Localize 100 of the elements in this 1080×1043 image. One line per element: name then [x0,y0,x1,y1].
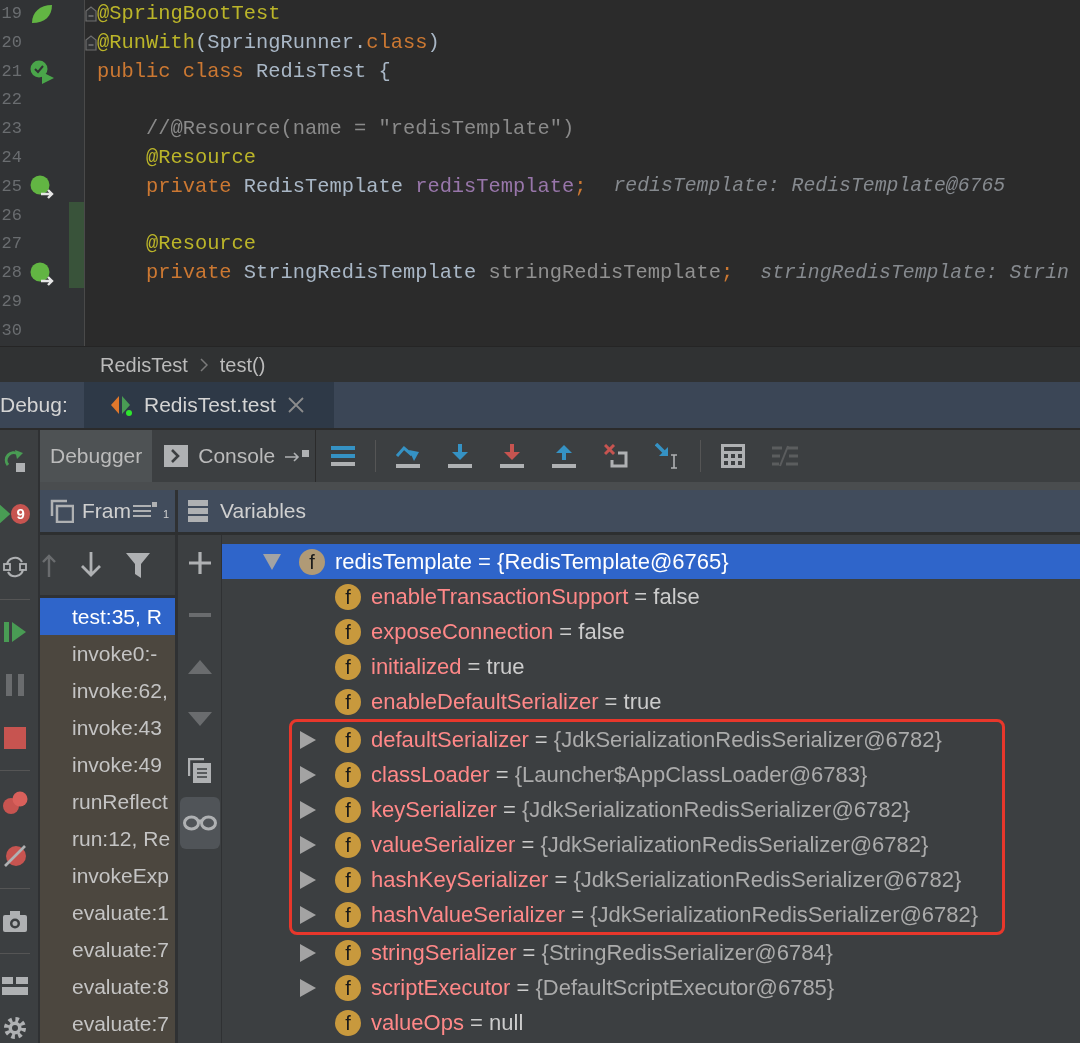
expand-icon[interactable] [300,730,316,749]
line-number: 20 [0,31,23,54]
tab[interactable]: RedisTest.test [84,382,334,428]
code-line: private RedisTemplate redisTemplate; [144,173,587,200]
glasses-icon[interactable] [179,797,220,849]
count-badge: 9 [11,503,30,524]
stacked-squares-icon [50,499,74,523]
arrow-over-bar-icon[interactable] [395,444,422,468]
copy-icon[interactable] [187,758,212,784]
code-line: public class RedisTest { [97,58,391,85]
variable-row[interactable]: f initialized = true [222,649,1080,684]
play-icon[interactable] [0,503,11,524]
expand-icon[interactable] [300,835,316,854]
panel-title: Fram [82,498,131,525]
frame-item[interactable]: invoke:43 [40,709,175,746]
up-arrow-bar-icon[interactable] [552,444,577,468]
tab[interactable]: Debugger [40,430,153,482]
panel-title: Variables [220,498,306,525]
down-arrow-bar-icon[interactable] [500,444,525,468]
layout-icon[interactable] [2,975,28,996]
code-line: //@Resource(name = "redisTemplate") [144,116,575,143]
count-label: 1 [163,506,170,522]
plus-icon[interactable] [188,552,211,574]
curved-arrow-icon[interactable] [3,448,27,473]
camera-icon[interactable] [3,909,27,932]
check-play-icon[interactable] [30,60,54,84]
frame-item[interactable]: run:12, Re [40,820,175,857]
letter-circle-icon: f [335,796,361,823]
calculator-icon[interactable] [721,444,746,468]
down-arrow-icon[interactable] [80,552,102,578]
line-number: 25 [0,175,23,198]
line-number: 24 [0,147,23,169]
line-number: 27 [0,233,23,256]
expand-icon[interactable] [300,905,316,924]
two-circles-icon[interactable] [2,790,28,815]
letter-circle-icon: f [335,939,361,966]
breadcrumb-item[interactable]: test() [219,349,266,380]
menu-icon[interactable] [331,446,356,466]
letter-circle-icon: f [299,548,325,575]
expand-icon[interactable] [300,765,316,784]
letter-circle-icon: f [335,688,361,715]
frame-item[interactable]: invokeExp [40,857,175,894]
inlay-hint: redisTemplate: RedisTemplate@6765 [613,174,1007,200]
variable-row[interactable]: f exposeConnection = false [222,614,1080,649]
arrow-square-icon[interactable] [285,449,310,463]
list-icon[interactable] [133,502,157,520]
tool-window-title: Debug: [0,392,69,419]
fold-icon[interactable] [85,6,97,23]
letter-circle-icon: f [335,974,361,1001]
frame-item[interactable]: invoke:62, [40,672,175,709]
variable-row[interactable]: f stringSerializer = {StringRedisSerializer@6784} [222,935,1080,970]
frame-item[interactable]: evaluate:8 [40,968,175,1005]
leaf-icon[interactable] [31,4,53,25]
filter-icon[interactable] [126,552,150,578]
cross-bracket-icon[interactable] [604,444,629,468]
frame-item[interactable]: evaluate:7 [40,1005,175,1042]
code-line: private StringRedisTemplate stringRedisTemplate; [144,260,734,287]
terminal-icon [164,445,189,467]
code-line: @Resource [144,145,257,172]
letter-circle-icon: f [335,618,361,645]
variable-row[interactable]: f classLoader = {Launcher$AppClassLoader@6783} [292,757,1002,792]
refresh-icon[interactable] [3,554,27,579]
tab[interactable]: Console [152,430,317,482]
frame-item[interactable]: invoke:49 [40,746,175,783]
frame-item[interactable]: evaluate:7 [40,931,175,968]
line-number: 30 [0,319,23,342]
expand-icon[interactable] [300,943,316,962]
stop-icon[interactable] [4,726,26,749]
expand-icon[interactable] [300,800,316,819]
expand-icon[interactable] [300,870,316,889]
line-number: 23 [0,118,23,141]
letter-circle-icon: f [335,831,361,858]
fold-icon[interactable] [85,35,97,52]
variable-row[interactable]: f keySerializer = {JdkSerializationRedisSerializer@6782} [292,792,1002,827]
breadcrumb-item[interactable]: RedisTest [100,349,188,380]
variable-row[interactable]: f hashKeySerializer = {JdkSerializationRedisSerializer@6782} [292,862,1002,897]
variable-row[interactable]: f enableTransactionSupport = false [222,579,1080,614]
close-icon[interactable] [287,397,304,413]
circle-arrow-icon[interactable] [30,261,54,286]
variable-row[interactable]: f redisTemplate = {RedisTemplate@6765} [222,544,1080,579]
variable-row[interactable]: f scriptExecutor = {DefaultScriptExecutor@6785} [222,970,1080,1005]
variable-row[interactable]: f valueSerializer = {JdkSerializationRedisSerializer@6782} [292,827,1002,862]
frame-item[interactable]: evaluate:1 [40,894,175,931]
settings-icon[interactable] [4,1016,26,1039]
frame-item[interactable]: test:35, R [40,598,175,635]
variable-row[interactable]: f hashValueSerializer = {JdkSerializationRedisSerializer@6782} [292,897,1002,932]
frame-item[interactable]: invoke0:- [40,635,175,672]
inlay-hint: stringRedisTemplate: Strin [760,260,1070,286]
down-arrow-bar-icon[interactable] [448,444,473,468]
variable-row[interactable]: f enableDefaultSerializer = true [222,684,1080,719]
crossed-circle-icon[interactable] [3,843,27,868]
circle-arrow-icon[interactable] [30,175,54,200]
expand-icon[interactable] [300,978,316,997]
letter-circle-icon: f [335,726,361,753]
letter-circle-icon: f [335,653,361,680]
variable-row[interactable]: f valueOps = null [222,1005,1080,1040]
code-line: @Resource [144,231,257,258]
frame-item[interactable]: runReflect [40,783,175,820]
variable-row[interactable]: f defaultSerializer = {JdkSerializationRedisSerializer@6782} [292,722,1002,757]
bar-play-icon[interactable] [3,619,27,644]
